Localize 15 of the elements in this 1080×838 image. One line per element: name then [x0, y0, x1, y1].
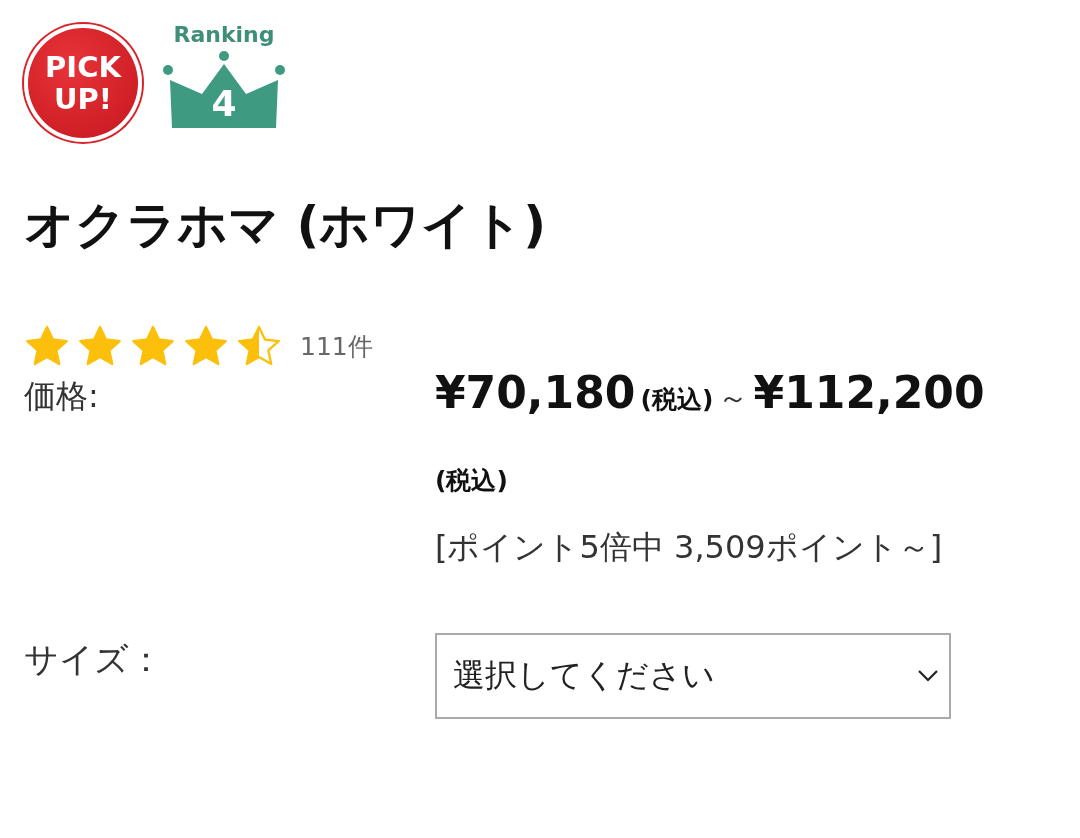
- ranking-label: Ranking: [173, 21, 275, 49]
- star-icon: [183, 324, 229, 368]
- price-range: ¥70,180(税込) ～¥112,200 (税込): [435, 366, 986, 497]
- size-label: サイズ：: [24, 638, 163, 681]
- star-icon: [24, 324, 70, 368]
- product-title: オクラホマ (ホワイト): [24, 195, 547, 256]
- review-count: 111件: [300, 330, 373, 363]
- chevron-down-icon: [917, 669, 939, 683]
- size-select[interactable]: 選択してください: [435, 633, 951, 719]
- star-icon: [77, 324, 123, 368]
- points-info: [ポイント5倍中 3,509ポイント～]: [435, 527, 943, 568]
- price-label: 価格:: [24, 376, 99, 417]
- star-icon: [130, 324, 176, 368]
- star-icon: [236, 324, 282, 368]
- pickup-badge: PICK UP!: [24, 24, 142, 142]
